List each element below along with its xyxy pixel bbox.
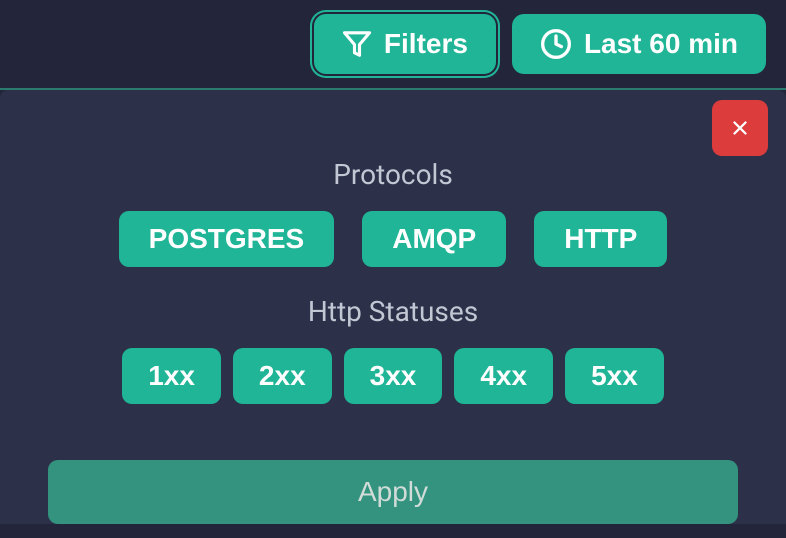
filters-panel: Protocols POSTGRES AMQP HTTP Http Status… (0, 90, 786, 524)
status-chip-3xx[interactable]: 3xx (344, 348, 443, 404)
protocols-title: Protocols (0, 158, 786, 191)
http-statuses-title: Http Statuses (0, 295, 786, 328)
filters-button-label: Filters (384, 28, 468, 60)
apply-button[interactable]: Apply (48, 460, 738, 524)
http-statuses-list: 1xx 2xx 3xx 4xx 5xx (0, 348, 786, 404)
timerange-button[interactable]: Last 60 min (512, 14, 766, 74)
status-chip-2xx[interactable]: 2xx (233, 348, 332, 404)
clock-icon (540, 28, 572, 60)
protocols-list: POSTGRES AMQP HTTP (0, 211, 786, 267)
close-icon (729, 117, 751, 139)
filters-button[interactable]: Filters (314, 14, 496, 74)
timerange-button-label: Last 60 min (584, 28, 738, 60)
protocol-chip-postgres[interactable]: POSTGRES (119, 211, 335, 267)
header-toolbar: Filters Last 60 min (0, 0, 786, 88)
status-chip-1xx[interactable]: 1xx (122, 348, 221, 404)
close-button[interactable] (712, 100, 768, 156)
status-chip-4xx[interactable]: 4xx (454, 348, 553, 404)
filter-icon (342, 29, 372, 59)
protocol-chip-http[interactable]: HTTP (534, 211, 667, 267)
protocol-chip-amqp[interactable]: AMQP (362, 211, 506, 267)
status-chip-5xx[interactable]: 5xx (565, 348, 664, 404)
